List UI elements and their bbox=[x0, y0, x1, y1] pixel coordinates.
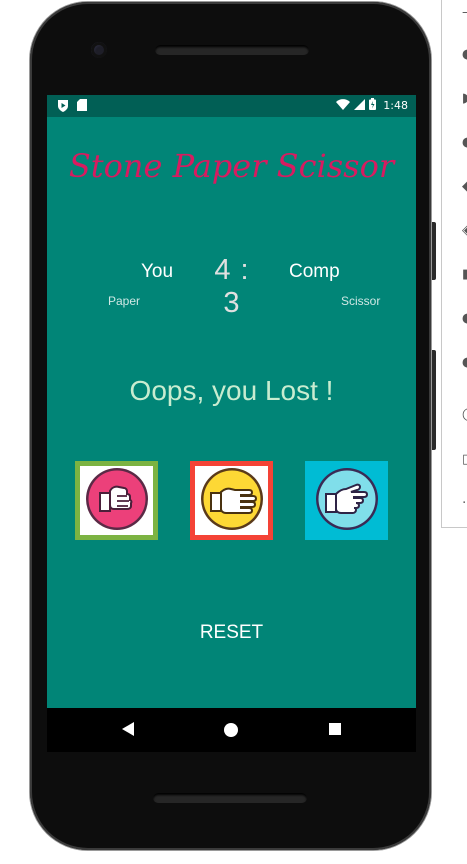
player-choice-text: Paper bbox=[108, 294, 141, 308]
back-key-icon[interactable]: ◖ bbox=[462, 356, 467, 369]
earpiece-speaker bbox=[155, 45, 309, 55]
paper-button[interactable] bbox=[190, 461, 273, 540]
scissor-hand-icon bbox=[314, 466, 380, 536]
volume-down-icon[interactable]: ◖ bbox=[462, 136, 467, 149]
status-bar: 1:48 bbox=[47, 95, 416, 117]
status-time: 1:48 bbox=[383, 99, 408, 112]
home-icon[interactable] bbox=[224, 723, 238, 737]
back-icon[interactable] bbox=[122, 722, 134, 736]
emulator-stage: – ◖ ◗ ◖ ◆ ◈ ▮ ◖ ◖ ◯ ▯ … bbox=[0, 0, 467, 864]
player-label: You bbox=[141, 261, 174, 282]
sd-card-icon bbox=[77, 99, 87, 115]
app-title: Stone Paper Scissor bbox=[68, 147, 395, 185]
stone-button[interactable] bbox=[75, 461, 158, 540]
stone-hand-icon bbox=[84, 466, 150, 536]
signal-icon bbox=[354, 98, 366, 113]
rotate-left-icon[interactable]: ◆ bbox=[462, 180, 467, 193]
front-camera bbox=[91, 42, 107, 58]
wifi-icon bbox=[336, 98, 351, 113]
recents-icon[interactable] bbox=[329, 723, 341, 735]
rotate-right-icon[interactable]: ◈ bbox=[462, 224, 467, 237]
volume-up-icon[interactable]: ◗ bbox=[462, 92, 467, 105]
result-message: Oops, you Lost ! bbox=[129, 375, 334, 406]
overview-key-icon[interactable]: ▯ bbox=[462, 453, 467, 466]
navigation-bar bbox=[47, 708, 416, 752]
emulator-toolbar: – ◖ ◗ ◖ ◆ ◈ ▮ ◖ ◖ ◯ ▯ … bbox=[441, 0, 467, 528]
paper-hand-icon bbox=[199, 466, 265, 536]
home-key-icon[interactable]: ◯ bbox=[462, 408, 467, 421]
screenshot-icon[interactable]: ▮ bbox=[462, 268, 467, 281]
play-protect-icon bbox=[57, 99, 69, 115]
zoom-icon[interactable]: ◖ bbox=[462, 312, 467, 325]
scissor-button[interactable] bbox=[305, 461, 388, 540]
computer-choice-text: Scissor bbox=[341, 294, 381, 308]
score-display: 4 : 3 bbox=[214, 254, 250, 319]
computer-label: Comp bbox=[289, 261, 340, 282]
minimize-icon[interactable]: – bbox=[462, 6, 467, 19]
battery-icon bbox=[369, 98, 377, 113]
power-icon[interactable]: ◖ bbox=[462, 48, 467, 61]
bottom-speaker bbox=[153, 793, 307, 803]
reset-button[interactable]: RESET bbox=[47, 622, 416, 644]
more-icon[interactable]: … bbox=[462, 493, 467, 506]
app-screen: 1:48 Stone Paper Scissor You 4 : 3 Comp … bbox=[47, 95, 416, 708]
